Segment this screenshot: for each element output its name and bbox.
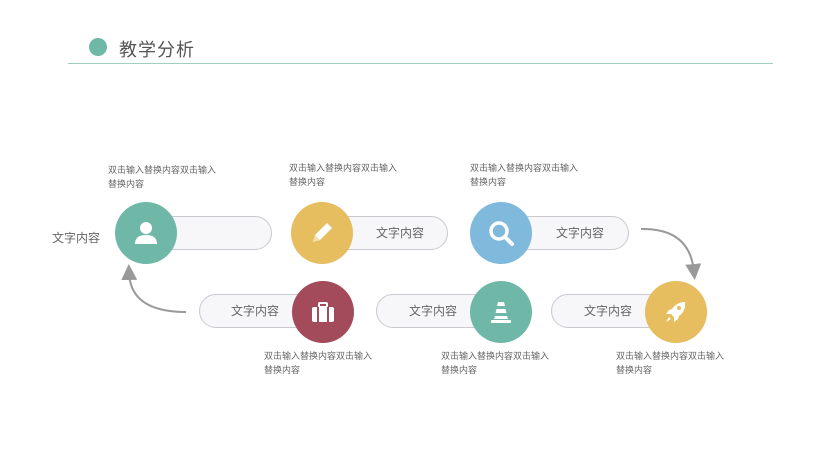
step-4-desc: 双击输入替换内容双击输入替换内容: [616, 352, 725, 376]
step-4-circle: [645, 281, 707, 343]
traffic-cone-icon: [491, 302, 511, 323]
header-dot: [89, 38, 107, 56]
step-2-desc: 双击输入替换内容双击输入替换内容: [289, 164, 398, 188]
briefcase-icon: [312, 302, 334, 322]
step-3-circle: [470, 202, 532, 264]
step-2-label: 文字内容: [376, 226, 425, 240]
step-5-circle: [470, 281, 532, 343]
arrow-right-turn: [640, 227, 702, 280]
user-icon: [135, 222, 157, 244]
step-5-desc: 双击输入替换内容双击输入替换内容: [441, 352, 550, 376]
header-divider: [68, 63, 773, 64]
step-6-label: 文字内容: [231, 304, 280, 318]
pencil-icon: [313, 223, 332, 242]
page-title: 教学分析: [119, 40, 195, 61]
step-2-circle: [291, 202, 353, 264]
step-5-label: 文字内容: [409, 304, 458, 318]
arrow-left-turn: [121, 264, 187, 313]
side-label: 文字内容: [52, 231, 101, 245]
step-3-label: 文字内容: [556, 226, 605, 240]
step-6-desc: 双击输入替换内容双击输入替换内容: [264, 352, 373, 376]
step-3-desc: 双击输入替换内容双击输入替换内容: [470, 164, 579, 188]
rocket-icon: [666, 302, 686, 322]
step-4-label: 文字内容: [584, 304, 633, 318]
step-1-circle: [115, 202, 177, 264]
step-1-desc: 双击输入替换内容双击输入替换内容: [108, 166, 217, 190]
step-6-circle: [292, 281, 354, 343]
search-icon: [489, 221, 514, 246]
